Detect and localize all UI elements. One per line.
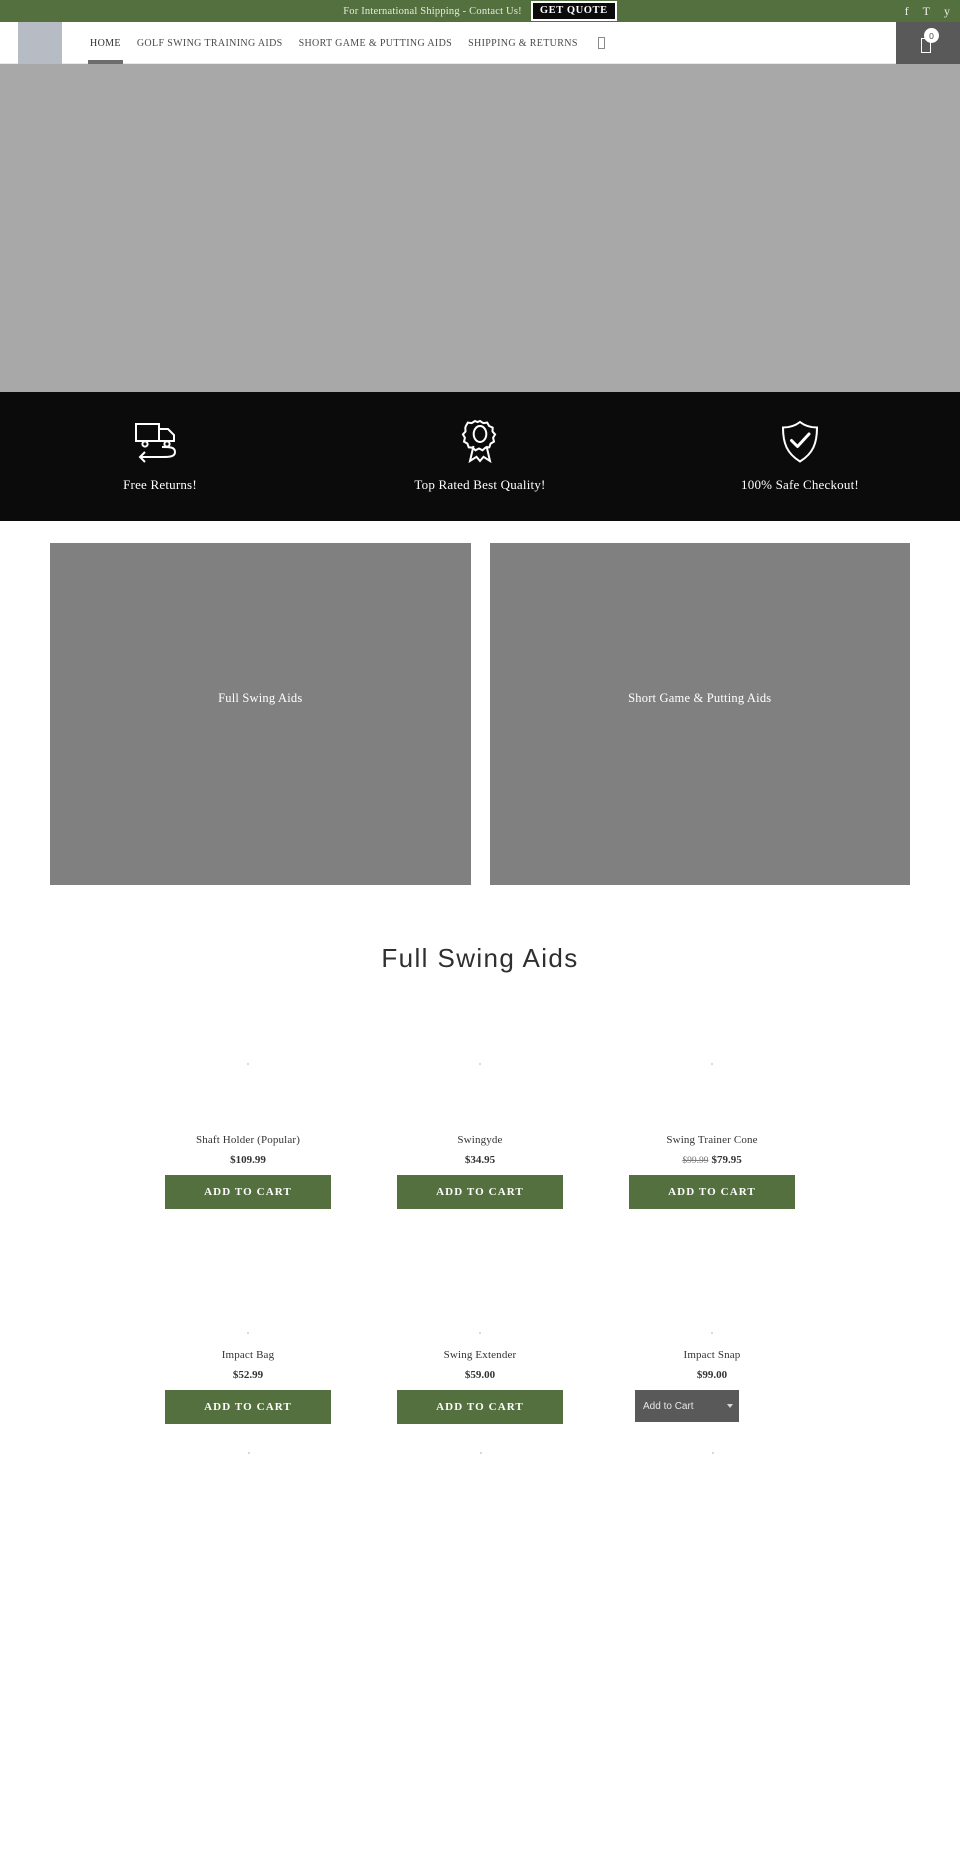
nav-item-short-game-putting-aids[interactable]: SHORT GAME & PUTTING AIDS — [291, 22, 461, 64]
feature-band: Free Returns! Top Rated Best Quality! 10… — [0, 392, 960, 521]
feature-safe-checkout: 100% Safe Checkout! — [640, 420, 960, 493]
announcement-bar: For International Shipping - Contact Us!… — [0, 0, 960, 22]
hero-banner[interactable] — [0, 64, 960, 392]
product-price: $52.99 — [232, 1369, 264, 1381]
nav-item-shipping-returns[interactable]: SHIPPING & RETURNS — [460, 22, 586, 64]
feature-free-returns: Free Returns! — [0, 420, 320, 493]
product-name: Shaft Holder (Popular) — [195, 1134, 301, 1146]
product-grid: Shaft Holder (Popular) $109.99 ADD TO CA… — [0, 1000, 960, 1484]
nav-item-home[interactable]: HOME — [82, 22, 129, 64]
product-name: Impact Bag — [221, 1349, 275, 1361]
search-icon — [597, 37, 605, 49]
add-to-cart-select-label: Add to Cart — [643, 1400, 694, 1412]
return-truck-icon — [132, 420, 188, 464]
product-card[interactable]: Shaft Holder (Popular) $109.99 ADD TO CA… — [140, 1000, 356, 1209]
get-quote-button[interactable]: GET QUOTE — [530, 1, 617, 21]
main-navigation: HOME GOLF SWING TRAINING AIDS SHORT GAME… — [82, 22, 586, 64]
product-image[interactable] — [372, 1424, 588, 1484]
category-tiles: Full Swing Aids Short Game & Putting Aid… — [0, 521, 960, 885]
add-to-cart-select[interactable]: Add to Cart — [635, 1390, 739, 1422]
feature-label: Top Rated Best Quality! — [414, 477, 546, 492]
product-price: $34.95 — [464, 1154, 496, 1166]
grid-row-spacer — [604, 1209, 820, 1323]
youtube-icon[interactable]: y — [944, 5, 950, 17]
search-button[interactable] — [597, 22, 605, 64]
product-name: Swing Trainer Cone — [666, 1134, 758, 1146]
site-header: HOME GOLF SWING TRAINING AIDS SHORT GAME… — [0, 22, 960, 64]
social-links: f T y — [905, 0, 950, 22]
chevron-down-icon — [727, 1404, 733, 1408]
product-price: $59.00 — [464, 1369, 496, 1381]
product-sale-price: $79.95 — [711, 1154, 742, 1166]
product-price: $99.00 — [696, 1369, 728, 1381]
announcement-text: For International Shipping - Contact Us! — [343, 5, 522, 17]
nav-item-golf-swing-training-aids[interactable]: GOLF SWING TRAINING AIDS — [129, 22, 291, 64]
grid-row-spacer — [372, 1209, 588, 1323]
product-card[interactable]: Swingyde $34.95 ADD TO CART — [372, 1000, 588, 1209]
category-tile-label: Short Game & Putting Aids — [628, 691, 772, 705]
product-image[interactable] — [604, 1424, 820, 1484]
cart-count-badge: 0 — [924, 28, 939, 43]
award-ribbon-icon — [457, 419, 503, 464]
product-card[interactable] — [140, 1424, 356, 1484]
product-image[interactable] — [604, 1323, 820, 1343]
product-image[interactable] — [372, 1000, 588, 1128]
feature-top-rated: Top Rated Best Quality! — [320, 419, 640, 493]
add-to-cart-button[interactable]: ADD TO CART — [629, 1175, 795, 1209]
shield-check-icon — [778, 420, 822, 464]
site-logo[interactable] — [18, 22, 62, 64]
product-image[interactable] — [140, 1424, 356, 1484]
product-card[interactable] — [372, 1424, 588, 1484]
add-to-cart-button[interactable]: ADD TO CART — [165, 1175, 331, 1209]
products-section-title: Full Swing Aids — [381, 943, 579, 973]
category-tile-label: Full Swing Aids — [218, 691, 303, 705]
add-to-cart-button[interactable]: ADD TO CART — [165, 1390, 331, 1424]
product-name: Impact Snap — [683, 1349, 741, 1361]
product-image[interactable] — [140, 1000, 356, 1128]
product-old-price: $99.99 — [682, 1156, 709, 1166]
add-to-cart-button[interactable]: ADD TO CART — [397, 1390, 563, 1424]
product-image[interactable] — [140, 1323, 356, 1343]
product-card[interactable]: Impact Bag $52.99 ADD TO CART — [140, 1323, 356, 1424]
product-price: $109.99 — [230, 1154, 266, 1166]
category-tile-short-game-putting-aids[interactable]: Short Game & Putting Aids — [489, 543, 910, 885]
twitter-icon[interactable]: T — [923, 5, 930, 17]
feature-label: 100% Safe Checkout! — [741, 477, 859, 492]
feature-label: Free Returns! — [123, 477, 197, 492]
product-image[interactable] — [604, 1000, 820, 1128]
product-card[interactable]: Swing Trainer Cone $99.99 $79.95 ADD TO C… — [604, 1000, 820, 1209]
product-card[interactable] — [604, 1424, 820, 1484]
product-name: Swing Extender — [443, 1349, 517, 1361]
product-name: Swingyde — [457, 1134, 503, 1146]
product-price: $99.99 $79.95 — [682, 1154, 741, 1166]
grid-row-spacer — [140, 1209, 356, 1323]
facebook-icon[interactable]: f — [905, 5, 909, 17]
cart-button[interactable]: 0 — [896, 22, 960, 64]
product-card[interactable]: Impact Snap $99.00 Add to Cart — [604, 1323, 820, 1424]
add-to-cart-button[interactable]: ADD TO CART — [397, 1175, 563, 1209]
category-tile-full-swing-aids[interactable]: Full Swing Aids — [50, 543, 471, 885]
product-card[interactable]: Swing Extender $59.00 ADD TO CART — [372, 1323, 588, 1424]
product-image[interactable] — [372, 1323, 588, 1343]
